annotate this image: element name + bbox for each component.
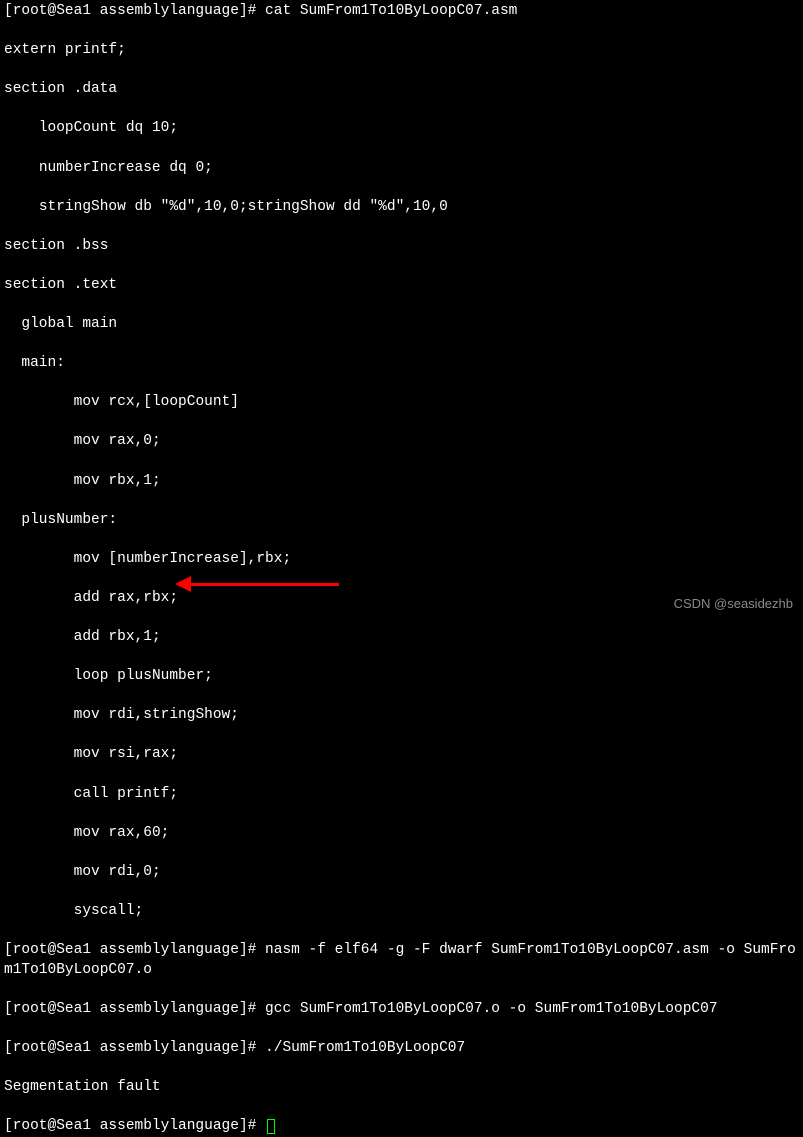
prompt-line[interactable]: [root@Sea1 assemblylanguage]# cat SumFro… (4, 2, 799, 22)
segfault-text: Segmentation fault (4, 1078, 799, 1098)
code-line: section .data (4, 80, 799, 100)
prompt-line[interactable]: [root@Sea1 assemblylanguage]# nasm -f el… (4, 941, 799, 980)
code-line: stringShow db "%d",10,0;stringShow dd "%… (4, 198, 799, 218)
code-line: mov rdi,stringShow; (4, 706, 799, 726)
code-line: section .bss (4, 237, 799, 257)
prompt-line[interactable]: [root@Sea1 assemblylanguage]# (4, 1117, 799, 1137)
code-line: mov rsi,rax; (4, 745, 799, 765)
code-line: syscall; (4, 902, 799, 922)
prompt-line[interactable]: [root@Sea1 assemblylanguage]# gcc SumFro… (4, 1000, 799, 1020)
code-line: numberIncrease dq 0; (4, 159, 799, 179)
code-line: loop plusNumber; (4, 667, 799, 687)
terminal-output: [root@Sea1 assemblylanguage]# cat SumFro… (4, 2, 799, 1137)
code-line: section .text (4, 276, 799, 296)
code-line: add rbx,1; (4, 628, 799, 648)
code-line: main: (4, 354, 799, 374)
code-line: mov rdi,0; (4, 863, 799, 883)
code-line: mov rcx,[loopCount] (4, 393, 799, 413)
code-line: mov [numberIncrease],rbx; (4, 550, 799, 570)
watermark-text: CSDN @seasidezhb (674, 595, 793, 613)
code-line: global main (4, 315, 799, 335)
prompt-line[interactable]: [root@Sea1 assemblylanguage]# ./SumFrom1… (4, 1039, 799, 1059)
code-line: mov rbx,1; (4, 472, 799, 492)
code-line: mov rax,0; (4, 432, 799, 452)
code-line: plusNumber: (4, 511, 799, 531)
code-line: loopCount dq 10; (4, 119, 799, 139)
prompt-text: [root@Sea1 assemblylanguage]# (4, 1118, 265, 1134)
code-line: extern printf; (4, 41, 799, 61)
code-line: call printf; (4, 785, 799, 805)
cursor-icon (267, 1119, 275, 1134)
code-line: mov rax,60; (4, 824, 799, 844)
